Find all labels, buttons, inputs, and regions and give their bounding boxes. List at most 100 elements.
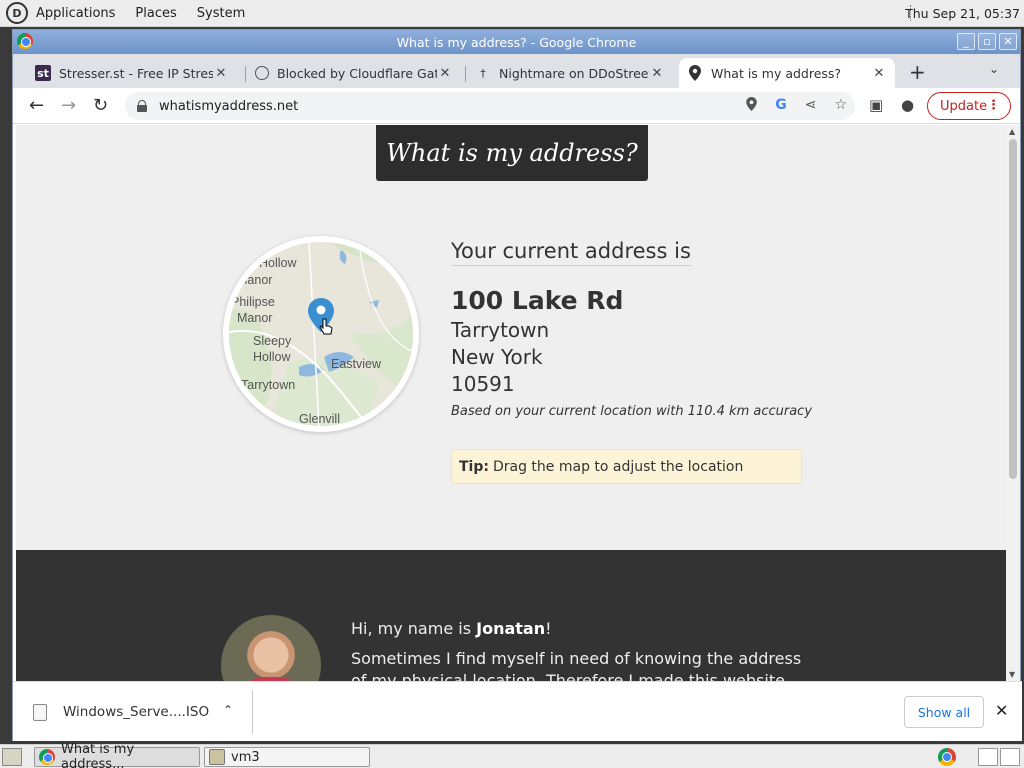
map-label: Tarrytown: [241, 378, 296, 392]
back-button[interactable]: ←: [29, 95, 44, 116]
downloads-bar: Windows_Serve....ISO ⌃ Show all ✕: [13, 681, 1022, 741]
tab-what-is-my-address[interactable]: What is my address? ✕: [679, 58, 895, 88]
top-panel: D Applications Places System Thu Sep 21,…: [0, 0, 1024, 27]
tab-strip: st Stresser.st - Free IP Stresser ✕ Bloc…: [13, 54, 1020, 88]
update-button[interactable]: Update ⋮: [927, 92, 1011, 120]
zip-code: 10591: [451, 372, 515, 396]
map-label: Eastview: [331, 357, 382, 371]
tab-label: Blocked by Cloudflare Gateway: [277, 65, 437, 81]
tray-chrome-icon[interactable]: [938, 748, 956, 766]
close-window-button[interactable]: ✕: [999, 33, 1017, 50]
map-label: Philipse: [231, 295, 275, 309]
window-titlebar[interactable]: What is my address? - Google Chrome _ ▫ …: [13, 30, 1020, 54]
scroll-up-arrow-icon[interactable]: ▲: [1009, 127, 1015, 136]
distro-logo-icon[interactable]: D: [6, 2, 28, 24]
tab-stresser[interactable]: st Stresser.st - Free IP Stresser ✕: [27, 58, 237, 88]
page-scrollbar[interactable]: ▲ ▼: [1006, 125, 1020, 681]
tab-search-chevron-icon[interactable]: ⌄: [989, 62, 999, 76]
taskbar-item-label: What is my address...: [61, 742, 135, 768]
location-icon[interactable]: [746, 97, 757, 115]
window-title: What is my address? - Google Chrome: [396, 34, 637, 50]
chrome-app-icon: [17, 33, 33, 49]
map-label: Sleepy: [253, 334, 292, 348]
google-lens-icon[interactable]: G: [775, 97, 787, 115]
street-address: 100 Lake Rd: [451, 286, 624, 315]
kebab-menu-icon[interactable]: ⋮: [987, 98, 1000, 113]
download-separator: [252, 690, 253, 734]
author-avatar: [221, 615, 321, 681]
show-desktop-button[interactable]: [2, 748, 22, 766]
map-label: Hollow: [259, 256, 297, 270]
scrollbar-thumb[interactable]: [1009, 139, 1017, 479]
tab-cloudflare-blocked[interactable]: Blocked by Cloudflare Gateway ✕: [247, 58, 461, 88]
system-menu[interactable]: System: [197, 6, 245, 21]
about-section: Hi, my name is Jonatan! Sometimes I find…: [16, 550, 1006, 681]
download-file-name[interactable]: Windows_Serve....ISO: [63, 704, 209, 720]
close-tab-icon[interactable]: ✕: [213, 66, 229, 81]
address-heading: Your current address is: [451, 239, 691, 266]
map-label: Manor: [237, 273, 273, 287]
tab-label: Nightmare on DDoStreet |: [499, 65, 649, 81]
tip-box: Tip: Drag the map to adjust the location: [451, 449, 802, 484]
side-panel-icon[interactable]: ▣: [869, 96, 883, 114]
workspace-2[interactable]: [1000, 748, 1020, 766]
scroll-down-arrow-icon[interactable]: ▼: [1009, 670, 1015, 679]
lock-icon[interactable]: [137, 100, 147, 112]
tip-text: Drag the map to adjust the location: [492, 458, 744, 475]
taskbar-vm3[interactable]: vm3: [204, 747, 370, 767]
map-label: Hollow: [253, 350, 291, 364]
page-viewport: What is my address? Hollow Manor Philips…: [16, 125, 1006, 681]
stresser-favicon-icon: st: [35, 65, 51, 81]
address-block: Your current address is 100 Lake Rd Tarr…: [451, 239, 812, 419]
profile-avatar-icon[interactable]: ●: [901, 96, 914, 114]
map-label: Manor: [237, 311, 273, 325]
close-tab-icon[interactable]: ✕: [649, 66, 665, 81]
close-tab-icon[interactable]: ✕: [871, 66, 887, 81]
dagger-favicon-icon: †: [480, 66, 486, 80]
maximize-button[interactable]: ▫: [978, 33, 996, 50]
url-text[interactable]: whatismyaddress.net: [159, 99, 298, 114]
location-pin-icon: [687, 65, 703, 81]
download-item[interactable]: Windows_Serve....ISO: [33, 694, 209, 730]
tab-label: What is my address?: [711, 65, 842, 81]
taskbar-item-label: vm3: [231, 749, 260, 765]
greeting-text: Hi, my name is: [351, 619, 477, 638]
update-label: Update: [940, 98, 988, 114]
state: New York: [451, 345, 543, 369]
new-tab-button[interactable]: +: [909, 60, 926, 84]
places-menu[interactable]: Places: [135, 6, 176, 21]
map-tiles[interactable]: Hollow Manor Philipse Manor Sleepy Hollo…: [229, 242, 413, 426]
minimize-button[interactable]: _: [957, 33, 975, 50]
greeting-suffix: !: [545, 619, 552, 638]
map-label: Glenvill: [299, 412, 340, 426]
bottom-taskbar: What is my address... vm3: [0, 742, 1024, 768]
share-icon[interactable]: ⋖: [805, 97, 817, 115]
hand-cursor-icon: [319, 318, 333, 335]
applications-menu[interactable]: Applications: [36, 6, 115, 21]
reload-button[interactable]: ↻: [93, 95, 108, 116]
site-banner: What is my address?: [376, 125, 648, 181]
show-all-button[interactable]: Show all: [904, 696, 984, 728]
browser-toolbar: ← → ↻ whatismyaddress.net G ⋖ ☆ ▣ ● Upda…: [13, 88, 1020, 124]
file-icon: [33, 703, 47, 721]
taskbar-chrome[interactable]: What is my address...: [34, 742, 200, 768]
city: Tarrytown: [451, 318, 550, 342]
site-title: What is my address?: [386, 139, 638, 167]
clock[interactable]: Thu Sep 21, 05:37: [905, 6, 1020, 21]
accuracy-note: Based on your current location with 110.…: [451, 404, 813, 419]
globe-icon: [255, 66, 269, 80]
close-downloads-icon[interactable]: ✕: [995, 701, 1008, 720]
author-intro: Hi, my name is Jonatan! Sometimes I find…: [351, 618, 811, 681]
chrome-icon: [39, 749, 55, 765]
forward-button[interactable]: →: [61, 95, 76, 116]
author-name: Jonatan: [476, 619, 546, 638]
bookmark-star-icon[interactable]: ☆: [834, 97, 847, 115]
location-map[interactable]: Hollow Manor Philipse Manor Sleepy Hollo…: [223, 236, 419, 432]
workspace-1[interactable]: [978, 748, 998, 766]
address-bar[interactable]: whatismyaddress.net G ⋖ ☆: [125, 92, 855, 120]
chevron-up-icon[interactable]: ⌃: [223, 703, 233, 717]
tab-label: Stresser.st - Free IP Stresser: [59, 65, 213, 81]
close-tab-icon[interactable]: ✕: [437, 66, 453, 81]
tab-nightmare-ddostreet[interactable]: † Nightmare on DDoStreet | ✕: [467, 58, 673, 88]
folder-icon: [209, 749, 225, 765]
